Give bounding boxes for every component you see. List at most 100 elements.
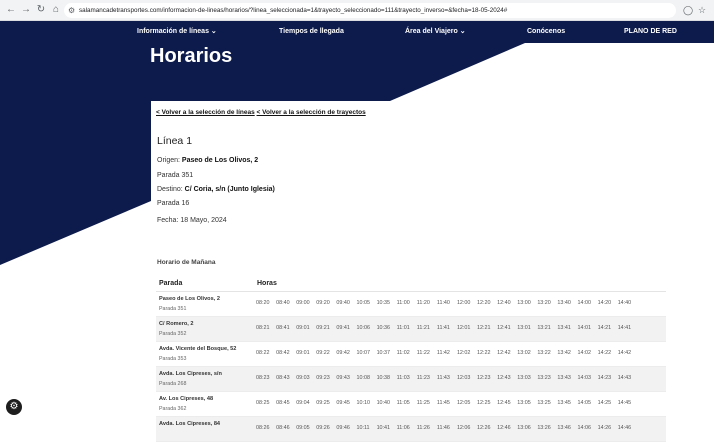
nav-plano-red[interactable]: PLANO DE RED — [624, 21, 677, 43]
time-cell: 08:22 — [256, 350, 270, 356]
time-cell: 13:42 — [557, 350, 571, 356]
time-cell: 08:25 — [256, 400, 270, 406]
times-list: 08:23 08:43 09:03 09:23 09:43 10:08 10:38 11:03… — [256, 367, 638, 391]
time-cell: 14:41 — [617, 325, 632, 331]
time-cell: 13:06 — [517, 425, 531, 431]
home-icon[interactable]: ⌂ — [49, 3, 63, 17]
time-cell: 14:26 — [597, 425, 612, 431]
time-cell: 11:20 — [416, 300, 430, 306]
time-cell: 09:22 — [316, 350, 330, 356]
eye-off-icon[interactable]: ◯ — [683, 3, 693, 17]
stop-code: Parada 351 — [159, 306, 187, 312]
stop-name: Av. Los Cipreses, 48 — [159, 396, 214, 402]
time-cell: 12:42 — [497, 350, 511, 356]
forward-arrow-icon[interactable]: → — [19, 3, 33, 17]
time-cell: 12:26 — [477, 425, 491, 431]
time-cell: 12:40 — [497, 300, 511, 306]
time-cell: 10:07 — [356, 350, 370, 356]
stop-name: Avda. Los Cipreses, s/n — [159, 371, 222, 377]
stop-name: Avda. Vicente del Bosque, 52 — [159, 346, 237, 352]
origin-stop: Parada 351 — [157, 172, 194, 179]
stop-code: Parada 362 — [159, 406, 187, 412]
time-cell: 14:25 — [597, 400, 612, 406]
page-title: Horarios — [150, 45, 233, 67]
time-cell: 12:41 — [497, 325, 511, 331]
time-cell: 13:03 — [517, 375, 531, 381]
origin-value: Paseo de Los Olivos, 2 — [181, 157, 259, 164]
time-cell: 09:04 — [296, 400, 310, 406]
time-cell: 09:43 — [336, 375, 350, 381]
time-cell: 12:25 — [477, 400, 491, 406]
time-cell: 09:45 — [336, 400, 350, 406]
time-cell: 13:22 — [537, 350, 551, 356]
time-cell: 13:20 — [537, 300, 551, 306]
schedule-table: Parada Horas Paseo de Los Olivos, 2 Parad… — [156, 277, 666, 442]
nav-conocenos[interactable]: Conócenos — [527, 21, 565, 43]
times-list: 08:20 08:40 09:00 09:20 09:40 10:05 10:35 11:00… — [256, 292, 638, 316]
time-cell: 10:40 — [376, 400, 391, 406]
time-cell: 14:42 — [617, 350, 632, 356]
time-cell: 14:21 — [597, 325, 612, 331]
nav-tiempos-llegada[interactable]: Tiempos de llegada — [279, 21, 344, 43]
time-cell: 11:25 — [416, 400, 430, 406]
nav-area-viajero[interactable]: Área del Viajero ⌄ — [405, 21, 466, 43]
time-cell: 13:43 — [557, 375, 571, 381]
time-cell: 12:05 — [456, 400, 471, 406]
back-arrow-icon[interactable]: ← — [4, 3, 18, 17]
bookmark-star-icon[interactable]: ☆ — [698, 3, 706, 17]
nav-label: Información de líneas — [137, 28, 209, 35]
time-cell: 09:21 — [316, 325, 330, 331]
time-cell: 11:05 — [396, 400, 410, 406]
time-cell: 08:43 — [276, 375, 290, 381]
time-cell: 08:26 — [256, 425, 270, 431]
address-bar[interactable]: ⚙ salamancadetransportes.com/informacion… — [64, 3, 676, 18]
time-cell: 11:06 — [396, 425, 410, 431]
time-cell: 09:00 — [296, 300, 310, 306]
time-cell: 14:43 — [617, 375, 632, 381]
url-text[interactable]: salamancadetransportes.com/informacion-d… — [79, 3, 549, 18]
times-list: 08:26 08:46 09:05 09:26 09:46 10:11 10:41 11:06… — [256, 417, 638, 441]
back-to-lines-link[interactable]: < Volver a la selección de líneas — [156, 109, 255, 116]
back-to-trips-link[interactable]: < Volver a la selección de trayectos — [257, 109, 366, 116]
time-cell: 14:00 — [577, 300, 592, 306]
time-cell: 12:21 — [477, 325, 491, 331]
time-cell: 11:01 — [396, 325, 410, 331]
time-cell: 10:05 — [356, 300, 370, 306]
stop-name: C/ Romero, 2 — [159, 321, 194, 327]
time-cell: 11:26 — [416, 425, 430, 431]
time-cell: 13:00 — [517, 300, 531, 306]
time-cell: 09:23 — [316, 375, 330, 381]
origin-row: Origen: Paseo de Los Olivos, 2 — [157, 157, 258, 164]
table-row: C/ Romero, 2 Parada 352 08:21 08:41 09:01 09:… — [156, 317, 666, 342]
site-info-icon[interactable]: ⚙ — [68, 3, 75, 18]
time-cell: 10:36 — [376, 325, 391, 331]
time-cell: 09:46 — [336, 425, 350, 431]
table-row: Av. Los Cipreses, 48 Parada 362 08:25 08:45… — [156, 392, 666, 417]
time-cell: 09:25 — [316, 400, 330, 406]
section-title: Horario de Mañana — [157, 259, 216, 266]
time-cell: 12:06 — [456, 425, 471, 431]
nav-informacion-lineas[interactable]: Información de líneas ⌄ — [137, 21, 217, 43]
table-row: Avda. Vicente del Bosque, 52 Parada 353 08… — [156, 342, 666, 367]
accessibility-icon[interactable]: ⚙ — [6, 399, 22, 415]
stop-code: Parada 352 — [159, 331, 187, 337]
time-cell: 13:23 — [537, 375, 551, 381]
time-cell: 08:40 — [276, 300, 290, 306]
time-cell: 11:22 — [416, 350, 430, 356]
table-row: Avda. Los Cipreses, 84 08:26 08:46 09:05 09:… — [156, 417, 666, 442]
time-cell: 13:01 — [517, 325, 531, 331]
time-cell: 13:25 — [537, 400, 551, 406]
time-cell: 14:23 — [597, 375, 612, 381]
stop-name: Paseo de Los Olivos, 2 — [159, 296, 220, 302]
time-cell: 14:01 — [577, 325, 592, 331]
destination-row: Destino: C/ Coria, s/n (Junto Iglesia) — [157, 186, 275, 193]
chevron-down-icon: ⌄ — [210, 28, 217, 35]
time-cell: 13:40 — [557, 300, 571, 306]
reload-icon[interactable]: ↻ — [34, 3, 48, 17]
destination-stop: Parada 16 — [157, 200, 190, 207]
time-cell: 11:42 — [436, 350, 450, 356]
stop-name: Avda. Los Cipreses, 84 — [159, 421, 221, 427]
time-cell: 08:21 — [256, 325, 270, 331]
time-cell: 14:45 — [617, 400, 632, 406]
time-cell: 10:11 — [356, 425, 370, 431]
